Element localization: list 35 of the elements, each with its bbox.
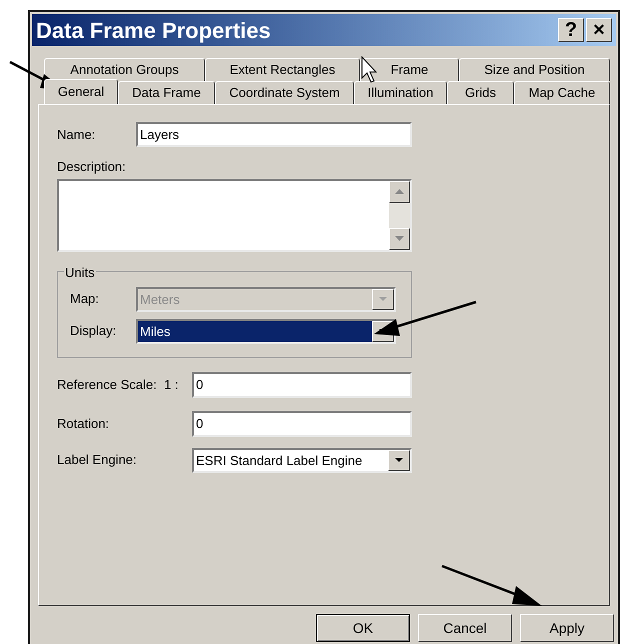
label-engine-label: Label Engine: <box>57 451 138 470</box>
tab[interactable]: Illumination <box>354 81 447 104</box>
dropdown[interactable]: ESRI Standard Label Engine <box>192 448 412 472</box>
rotation-field[interactable]: 0 <box>192 410 412 436</box>
description-label: Description: <box>57 158 127 176</box>
up-arrow-icon <box>395 189 404 194</box>
down-arrow-icon <box>395 236 404 241</box>
tab[interactable]: Data Frame <box>118 81 215 104</box>
mouse-cursor-icon <box>361 56 377 84</box>
unit-label: Display: <box>70 322 118 340</box>
tab[interactable]: Size and Position <box>459 58 610 81</box>
rotation-label: Rotation: <box>57 414 110 433</box>
unit-label: Map: <box>70 290 100 308</box>
dropdown[interactable]: Miles <box>136 318 396 344</box>
tab[interactable]: Annotation Groups <box>44 58 205 81</box>
tab[interactable]: Extent Rectangles <box>205 58 360 81</box>
tab[interactable]: Frame <box>360 58 459 81</box>
reference-scale-field[interactable]: 0 <box>192 372 412 398</box>
caret-icon <box>379 297 387 301</box>
tab[interactable]: Map Cache <box>514 81 610 104</box>
dialog-button[interactable]: Apply <box>520 614 614 642</box>
caret-icon <box>395 458 403 462</box>
name-label: Name: <box>57 126 96 144</box>
close-button[interactable]: × <box>586 18 612 42</box>
reference-scale-label: Reference Scale: 1 : <box>57 376 180 394</box>
tab[interactable]: General <box>44 79 118 104</box>
window-title: Data Frame Properties <box>36 16 272 45</box>
dialog-button[interactable]: OK <box>316 614 410 642</box>
help-button[interactable]: ? <box>558 18 584 42</box>
description-field[interactable] <box>57 178 412 252</box>
tab[interactable]: Grids <box>447 81 514 104</box>
name-field[interactable]: Layers <box>136 122 412 147</box>
tab[interactable]: Coordinate System <box>215 81 354 104</box>
dialog-button[interactable]: Cancel <box>418 614 512 642</box>
scrollbar[interactable] <box>389 180 410 250</box>
